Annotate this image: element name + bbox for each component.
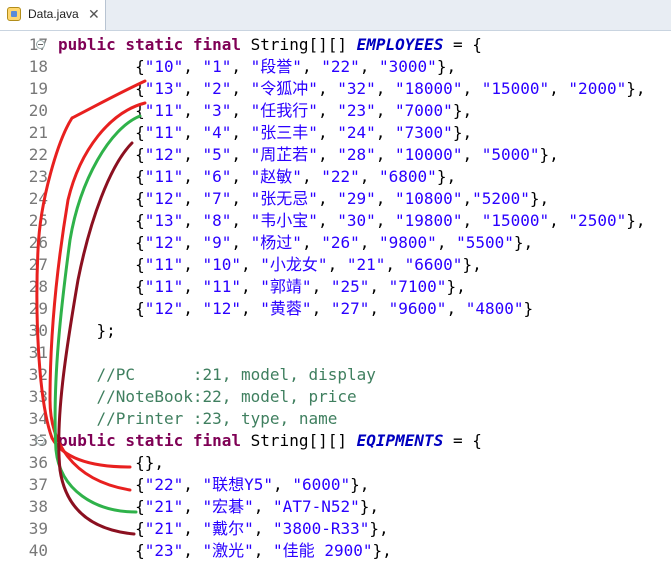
annotation-stroke-red-outer [35,79,147,469]
annotation-stroke-darkred [57,141,136,536]
hand-drawn-annotations [35,79,147,536]
